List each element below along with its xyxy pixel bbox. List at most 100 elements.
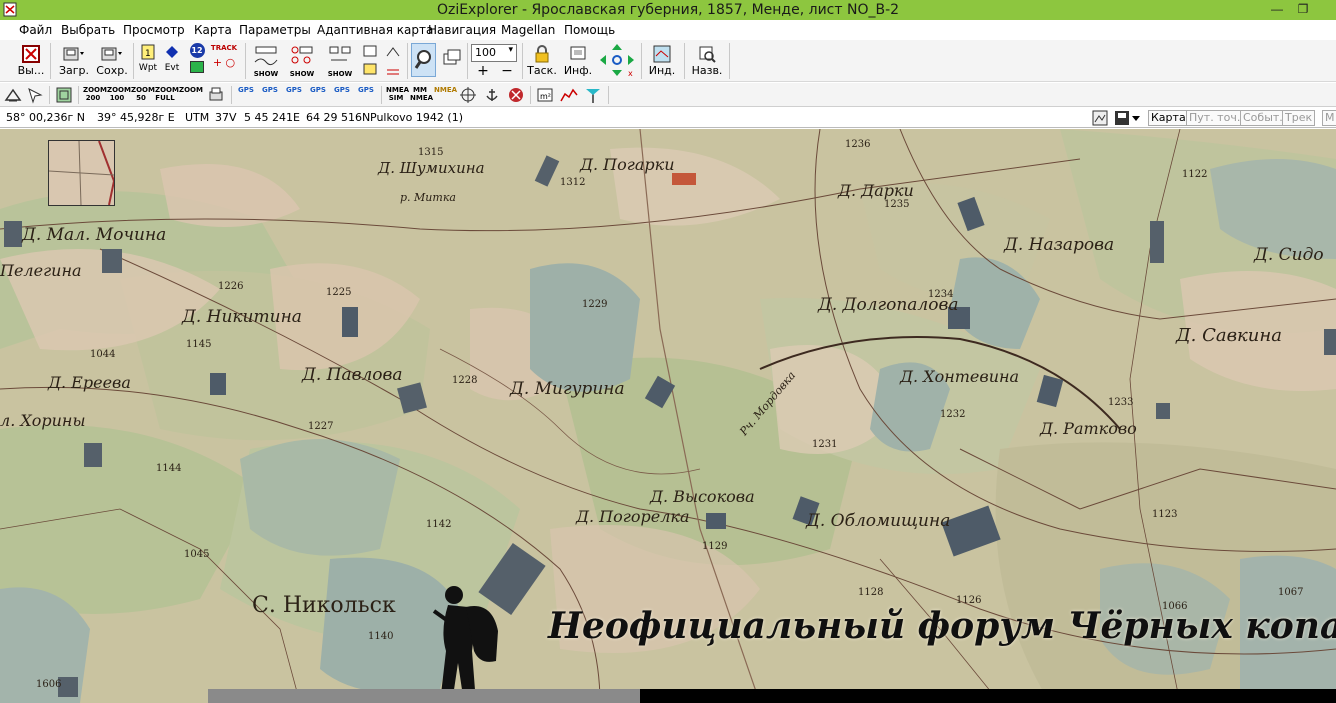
antenna-icon[interactable] (584, 86, 602, 104)
overview-thumbnail (49, 141, 114, 205)
window-move-icon (443, 49, 461, 65)
info-button[interactable]: Инф. (562, 44, 594, 77)
square-meter-icon[interactable]: m² (536, 86, 554, 104)
zoom-200-button[interactable]: ZOOM 200 (83, 86, 107, 104)
maximize-button[interactable]: ❐ (1290, 0, 1316, 20)
map-number: 1227 (308, 421, 334, 432)
gps-download-waypoints-button[interactable]: GPS (308, 86, 328, 104)
menu-view[interactable]: Просмотр (123, 23, 185, 37)
zoom-tool-button[interactable] (411, 43, 436, 77)
menu-select[interactable]: Выбрать (61, 23, 115, 37)
zoom-custom-button[interactable]: ZOOM (179, 86, 203, 104)
toolbar-separator (522, 43, 523, 79)
zoom-in-button[interactable]: + (476, 64, 490, 78)
stop-icon[interactable] (507, 86, 525, 104)
zoom-full-button[interactable]: ZOOM FULL (155, 86, 179, 104)
map-number: 1226 (218, 281, 244, 292)
gps-upload-routes-button[interactable]: GPS (260, 86, 280, 104)
zoom-level-value: 100 (475, 46, 496, 59)
map-overview-icon[interactable] (55, 86, 73, 104)
map-move-cursor-icon[interactable] (26, 86, 44, 104)
map-number: 1232 (940, 409, 966, 420)
event-button[interactable]: Evt (161, 44, 183, 73)
magnifier-icon (414, 50, 431, 69)
waypoint-circles-icon (291, 46, 313, 64)
tab-track[interactable]: Трек (1282, 110, 1316, 126)
anchor-icon[interactable] (483, 86, 501, 104)
gps-upload-tracks-button[interactable]: GPS (284, 86, 304, 104)
place-label: Д. Погарки (580, 155, 675, 174)
pan-arrows-button[interactable]: x (597, 42, 637, 78)
elevation-chart-icon[interactable] (560, 86, 578, 104)
minimize-button[interactable]: — (1264, 0, 1290, 20)
map-list-button[interactable] (360, 44, 380, 78)
menu-map[interactable]: Карта (194, 23, 232, 37)
crosshair-icon[interactable] (459, 86, 477, 104)
place-label: Д. Ереева (48, 373, 131, 392)
map-number: 1235 (884, 199, 910, 210)
load-button[interactable]: Загр. (58, 44, 90, 77)
menu-settings[interactable]: Параметры (239, 23, 311, 37)
menu-adaptive-map[interactable]: Адаптивная карта (317, 23, 433, 37)
tab-events[interactable]: Событ. (1240, 110, 1286, 126)
waypoint-button[interactable]: 1 Wpt (137, 44, 159, 73)
track-button[interactable]: TRACK + ○ (210, 44, 238, 69)
toolbar-separator (608, 86, 609, 104)
save-button[interactable]: Сохр. (96, 44, 128, 77)
horizontal-scrollbar[interactable] (208, 689, 1336, 703)
track-plus-circle-icon: + ○ (212, 56, 236, 69)
map-image-icon[interactable] (1092, 110, 1108, 126)
task-button[interactable]: Таск. (526, 44, 558, 77)
map-number: 1142 (426, 519, 452, 530)
move-map-button[interactable] (440, 48, 464, 68)
track-line-icon (254, 46, 278, 66)
exit-button[interactable]: Вы... (16, 44, 46, 77)
tab-map[interactable]: Карта (1148, 110, 1189, 126)
save-label: Сохр. (96, 64, 128, 77)
gps-download-tracks-button[interactable]: GPS (356, 86, 376, 104)
show-waypoints-button[interactable]: SHOW (286, 44, 318, 79)
map-range-button[interactable] (383, 44, 403, 78)
print-icon[interactable] (207, 86, 225, 104)
save-dropdown-icon[interactable] (1114, 110, 1142, 126)
mm-nmea-button[interactable]: MM NMEA (410, 86, 433, 104)
gps-upload-waypoints-button[interactable]: GPS (236, 86, 256, 104)
move-map-up-icon[interactable] (4, 86, 22, 104)
menu-magellan[interactable]: Magellan (501, 23, 555, 37)
toolbar-separator (78, 86, 79, 104)
gps-download-routes-button[interactable]: GPS (332, 86, 352, 104)
name-label: Назв. (691, 64, 723, 77)
save-icon (101, 47, 122, 61)
show-tracks-button[interactable]: SHOW (250, 44, 282, 79)
menu-help[interactable]: Помощь (564, 23, 615, 37)
toolbar-separator (641, 43, 642, 79)
overview-inset[interactable] (48, 140, 115, 206)
index-button[interactable]: Инд. (645, 44, 679, 77)
exit-icon (22, 45, 40, 63)
event-count-button[interactable]: 12 (186, 43, 208, 73)
zoom-out-button[interactable]: − (500, 64, 514, 78)
nmea-sim-button[interactable]: NMEA SIM (386, 86, 409, 104)
scrollbar-thumb[interactable] (208, 689, 640, 703)
utm-label: UTM (185, 111, 210, 124)
place-label: Д. Погорелка (576, 507, 690, 526)
tab-waypoints[interactable]: Пут. точ. (1186, 110, 1244, 126)
menu-navigation[interactable]: Навигация (428, 23, 496, 37)
zoom-50-button[interactable]: ZOOM 50 (131, 86, 155, 104)
menu-file[interactable]: Файл (19, 23, 52, 37)
map-number: 1233 (1108, 397, 1134, 408)
event-count-badge: 12 (189, 43, 205, 58)
map-number: 1123 (1152, 509, 1178, 520)
info-label: Инф. (563, 64, 593, 77)
name-search-button[interactable]: Назв. (688, 44, 726, 77)
show-routes-button[interactable]: SHOW (324, 44, 356, 79)
map-number: 1140 (368, 631, 394, 642)
map-list-icon (363, 45, 377, 75)
zoom-level-select[interactable]: 100 ▾ (471, 44, 517, 62)
tab-more[interactable]: М (1322, 110, 1336, 126)
place-label: л. Хорины (0, 411, 86, 430)
zoom-100-button[interactable]: ZOOM 100 (107, 86, 131, 104)
nmea-button[interactable]: NMEA (434, 86, 457, 104)
utm-zone: 37V (215, 111, 237, 124)
map-canvas[interactable]: Д. Погарки Д. Шумихина Д. Дарки Д. Назар… (0, 129, 1336, 703)
